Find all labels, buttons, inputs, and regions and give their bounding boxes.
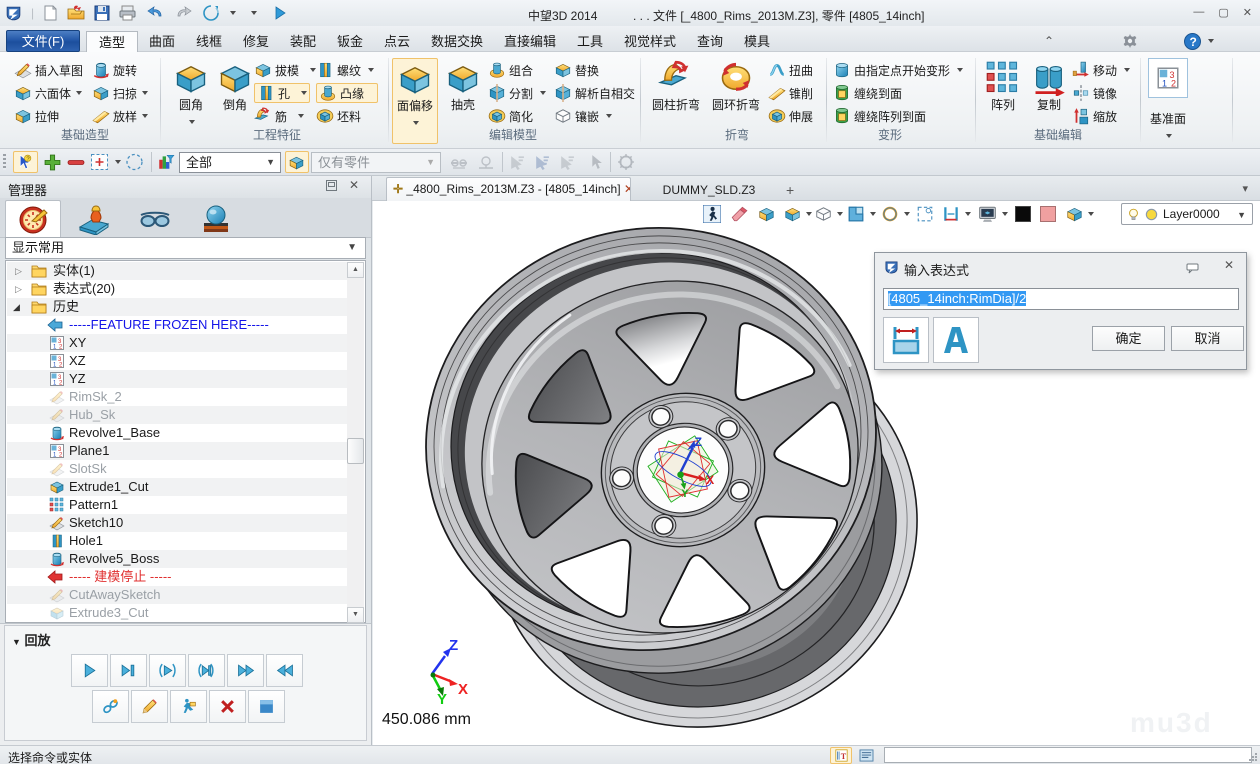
svg-text:X: X (706, 473, 715, 487)
svg-text:Z: Z (694, 435, 702, 449)
svg-text:Y: Y (437, 691, 447, 708)
svg-text:Y: Y (681, 488, 688, 500)
svg-text:?: ? (1190, 35, 1197, 49)
svg-text:Z: Z (449, 637, 458, 654)
svg-text:T: T (841, 752, 847, 761)
svg-text:X: X (458, 681, 468, 698)
